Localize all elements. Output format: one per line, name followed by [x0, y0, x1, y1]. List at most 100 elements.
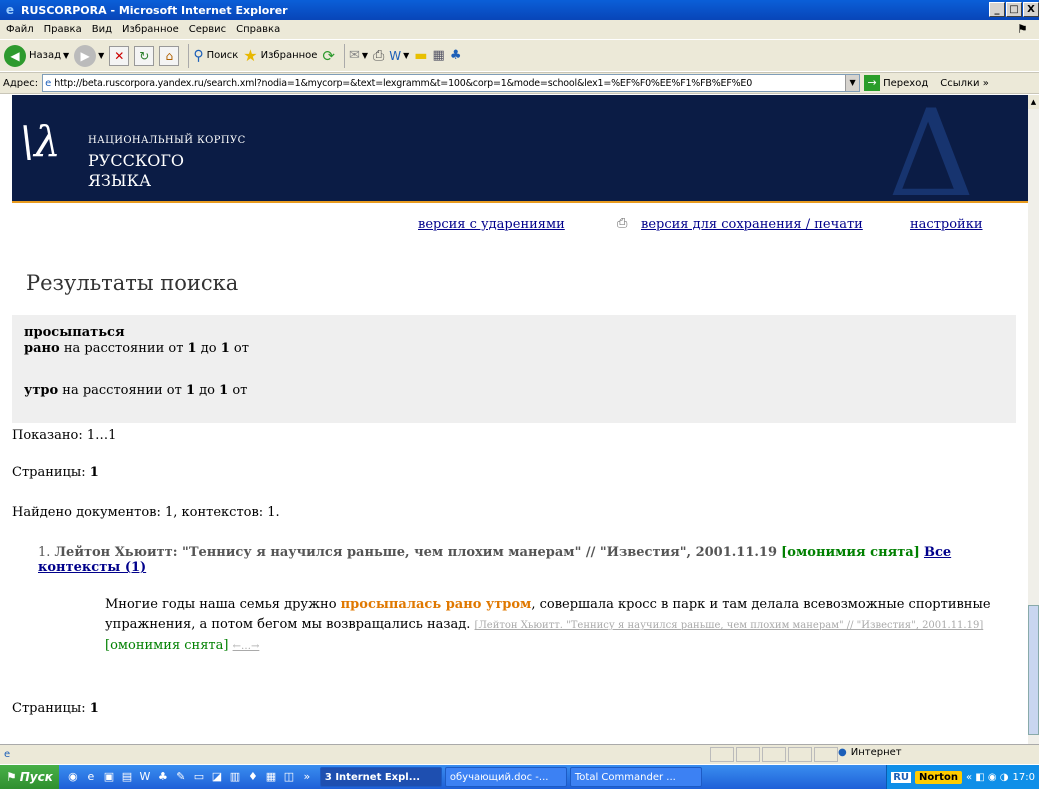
printer-icon: ⎙: [617, 216, 628, 231]
query-word-3: утро: [24, 383, 59, 398]
task-ie-label: 3 Internet Expl...: [324, 771, 421, 783]
page-icon: e: [45, 77, 52, 89]
distance-to: 1: [220, 341, 230, 356]
back-label: Назад: [29, 50, 62, 61]
globe-icon: ●: [838, 747, 847, 758]
research-icon[interactable]: ▦: [433, 48, 445, 63]
menu-view[interactable]: Вид: [92, 24, 112, 35]
edit-icon[interactable]: W: [389, 49, 401, 63]
page-number[interactable]: 1: [90, 701, 99, 716]
address-url: http://beta.ruscorpora.yandex.ru/search.…: [54, 77, 753, 89]
settings-link[interactable]: настройки: [910, 217, 983, 232]
favorites-button[interactable]: ★ Избранное: [243, 43, 317, 69]
quicklaunch-icon[interactable]: ◉: [65, 769, 81, 785]
taskbar-item-totalcmd[interactable]: Total Commander ...: [569, 767, 702, 787]
title-bar[interactable]: e RUSCORPORA - Microsoft Internet Explor…: [0, 0, 1039, 20]
expand-context-link[interactable]: ←…→: [233, 641, 260, 652]
distance-from: 1: [187, 341, 197, 356]
back-button[interactable]: ◀ Назад ▼: [4, 43, 69, 69]
quicklaunch-icon[interactable]: ▦: [263, 769, 279, 785]
back-dropdown-icon[interactable]: ▼: [63, 51, 69, 60]
quicklaunch-icon[interactable]: ♣: [155, 769, 171, 785]
go-button[interactable]: → Переход: [864, 75, 928, 91]
quicklaunch-icon[interactable]: ▣: [101, 769, 117, 785]
quicklaunch-icon[interactable]: W: [137, 769, 153, 785]
distance-suffix: от: [233, 341, 249, 356]
language-indicator[interactable]: RU: [891, 771, 912, 783]
media-icon[interactable]: ⟳: [322, 47, 335, 65]
print-icon[interactable]: ⎙: [373, 48, 384, 64]
quicklaunch-more-icon[interactable]: »: [299, 769, 315, 785]
toolbar-separator: [344, 43, 345, 68]
pages-label: Страницы:: [12, 465, 86, 480]
close-button[interactable]: X: [1023, 2, 1039, 17]
distance-mid: до: [199, 383, 215, 398]
stop-icon[interactable]: ✕: [109, 45, 130, 66]
start-button[interactable]: ⚑ Пуск: [0, 765, 59, 789]
forward-button[interactable]: ▶ ▼: [74, 43, 104, 69]
toolbar-separator: [188, 43, 190, 68]
context-hit: просыпалась рано утром: [340, 597, 532, 612]
status-cells: [710, 747, 840, 762]
menu-tools[interactable]: Сервис: [189, 24, 226, 35]
result-item: 1. Лейтон Хьюитт: "Теннису я научился ра…: [38, 545, 1028, 575]
quicklaunch-icon[interactable]: ▭: [191, 769, 207, 785]
search-button[interactable]: ⚲ Поиск: [193, 43, 238, 69]
status-cell: [710, 747, 734, 762]
tray-icons[interactable]: « ◧ ◉ ◑: [966, 772, 1009, 783]
search-label: Поиск: [206, 50, 239, 61]
folder-icon[interactable]: ▬: [414, 48, 427, 64]
quicklaunch-icon[interactable]: ◫: [281, 769, 297, 785]
status-cell: [814, 747, 838, 762]
page-number[interactable]: 1: [90, 465, 99, 480]
quicklaunch-icon[interactable]: ♦: [245, 769, 261, 785]
menu-file[interactable]: Файл: [6, 24, 34, 35]
minimize-button[interactable]: _: [989, 2, 1005, 17]
address-dropdown-icon[interactable]: ▼: [845, 75, 860, 91]
accent-version-link[interactable]: версия с ударениями: [418, 217, 565, 232]
status-cell: [762, 747, 786, 762]
favorites-label: Избранное: [260, 50, 318, 61]
menu-favorites[interactable]: Избранное: [122, 24, 179, 35]
status-bar: e ● Интернет: [0, 744, 1039, 764]
refresh-icon[interactable]: ↻: [134, 45, 155, 66]
quicklaunch-icon[interactable]: ✎: [173, 769, 189, 785]
context-source-link[interactable]: [Лейтон Хьюитт. "Теннису я научился рань…: [475, 620, 984, 631]
header-line-3: ЯЗЫКА: [88, 171, 152, 190]
mail-icon[interactable]: ✉: [349, 48, 360, 63]
taskbar-item-word[interactable]: обучающий.doc -...: [444, 767, 567, 787]
forward-dropdown-icon[interactable]: ▼: [98, 51, 104, 60]
windows-flag-icon: ⚑: [6, 770, 17, 784]
taskbar-item-ie[interactable]: 3 Internet Expl...: [319, 767, 442, 787]
scroll-thumb[interactable]: [1028, 605, 1039, 735]
quicklaunch-icon[interactable]: e: [83, 769, 99, 785]
mail-dropdown-icon[interactable]: ▼: [362, 51, 368, 60]
menu-bar: Файл Правка Вид Избранное Сервис Справка: [0, 20, 1039, 39]
status-cell: [788, 747, 812, 762]
menu-edit[interactable]: Правка: [44, 24, 82, 35]
query-row-2: рано на расстоянии от 1 до 1 от: [24, 341, 249, 356]
links-button[interactable]: Ссылки »: [940, 78, 989, 89]
ie-window: e RUSCORPORA - Microsoft Internet Explor…: [0, 0, 1039, 789]
norton-tray[interactable]: Norton: [915, 770, 962, 784]
maximize-button[interactable]: □: [1006, 2, 1022, 17]
quicklaunch-icon[interactable]: ▤: [119, 769, 135, 785]
status-page-icon: e: [4, 749, 11, 760]
distance-mid: до: [200, 341, 217, 356]
print-version-link[interactable]: версия для сохранения / печати: [641, 217, 863, 232]
ruscorpora-logo-icon[interactable]: \λ: [20, 117, 61, 167]
home-icon[interactable]: ⌂: [159, 45, 180, 66]
distance-prefix: на расстоянии от: [62, 383, 182, 398]
result-context: Многие годы наша семья дружно просыпалас…: [105, 595, 1025, 657]
menu-help[interactable]: Справка: [236, 24, 280, 35]
page-content: \λ НАЦИОНАЛЬНЫЙ КОРПУС РУССКОГО ЯЗЫКА Δ …: [0, 95, 1028, 744]
address-input[interactable]: e http://beta.ruscorpora.yandex.ru/searc…: [42, 74, 861, 92]
edit-dropdown-icon[interactable]: ▼: [403, 51, 409, 60]
quicklaunch-icon[interactable]: ◪: [209, 769, 225, 785]
scroll-up-icon[interactable]: ▲: [1028, 95, 1039, 109]
quick-launch: ◉ e ▣ ▤ W ♣ ✎ ▭ ◪ ▥ ♦ ▦ ◫ »: [65, 769, 317, 785]
vertical-scrollbar[interactable]: ▲: [1028, 95, 1039, 744]
query-row-3: утро на расстоянии от 1 до 1 от: [24, 383, 247, 398]
messenger-icon[interactable]: ♣: [450, 48, 462, 63]
quicklaunch-icon[interactable]: ▥: [227, 769, 243, 785]
